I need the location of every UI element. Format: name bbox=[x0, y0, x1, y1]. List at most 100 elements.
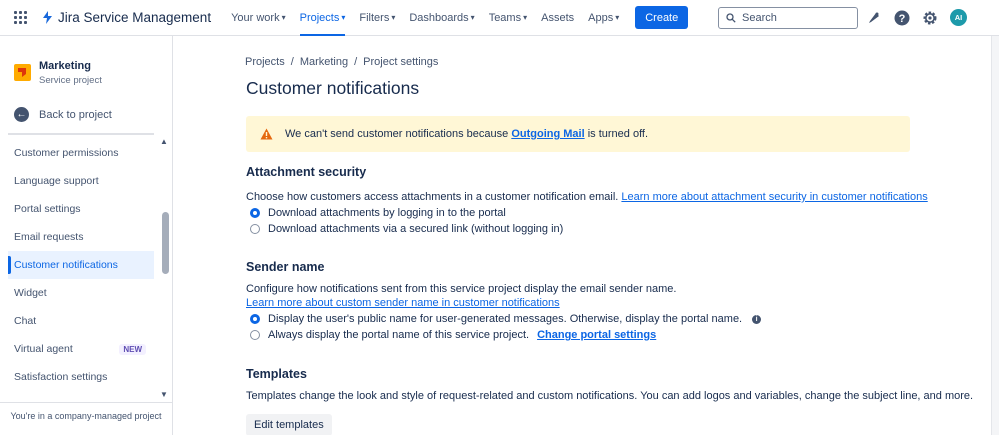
settings-gear-icon[interactable] bbox=[921, 9, 938, 26]
sender-option-public-name[interactable]: Display the user's public name for user-… bbox=[250, 313, 762, 325]
breadcrumb-marketing[interactable]: Marketing bbox=[300, 56, 348, 68]
back-to-project-label: Back to project bbox=[39, 108, 112, 121]
sidebar-item-label: Chat bbox=[14, 315, 37, 327]
sidebar-item-label: Satisfaction settings bbox=[14, 371, 108, 383]
page-scrollbar[interactable] bbox=[991, 36, 999, 435]
warning-icon bbox=[260, 128, 273, 140]
product-name: Jira Service Management bbox=[58, 10, 212, 25]
chevron-down-icon: ▾ bbox=[523, 13, 528, 22]
nav-apps-label: Apps bbox=[588, 11, 614, 24]
attachment-description-text: Choose how customers access attachments … bbox=[246, 191, 619, 203]
jira-logo-icon bbox=[43, 11, 52, 24]
sidebar-item-satisfaction-settings[interactable]: Satisfaction settings bbox=[8, 363, 154, 391]
sender-learn-more-link[interactable]: Learn more about custom sender name in c… bbox=[246, 297, 560, 309]
sidebar-item-email-requests[interactable]: Email requests bbox=[8, 223, 154, 251]
attachment-option-label: Download attachments by logging in to th… bbox=[268, 207, 506, 219]
new-badge: NEW bbox=[119, 343, 146, 355]
search-placeholder: Search bbox=[742, 12, 777, 24]
sidebar-item-widget[interactable]: Widget bbox=[8, 279, 154, 307]
project-type: Service project bbox=[39, 75, 102, 86]
sidebar-item-label: Customer notifications bbox=[14, 259, 118, 271]
radio-button-checked[interactable] bbox=[250, 314, 260, 324]
sidebar-item-chat[interactable]: Chat bbox=[8, 307, 154, 335]
radio-button-checked[interactable] bbox=[250, 208, 260, 218]
banner-text-before: We can't send customer notifications bec… bbox=[285, 128, 509, 140]
radio-button[interactable] bbox=[250, 330, 260, 340]
chevron-down-icon: ▾ bbox=[615, 13, 620, 22]
nav-dashboards[interactable]: Dashboards ▾ bbox=[409, 0, 474, 36]
outgoing-mail-link[interactable]: Outgoing Mail bbox=[511, 128, 584, 140]
attachment-option-portal-login[interactable]: Download attachments by logging in to th… bbox=[250, 207, 506, 219]
sidebar-item-label: Customer permissions bbox=[14, 147, 119, 159]
arrow-left-icon: ← bbox=[14, 107, 29, 122]
sender-name-description: Configure how notifications sent from th… bbox=[246, 283, 677, 295]
chevron-down-icon: ▾ bbox=[281, 13, 286, 22]
sidebar-item-label: Virtual agent bbox=[14, 343, 73, 355]
sidebar: Marketing Service project ← Back to proj… bbox=[0, 36, 173, 435]
nav-apps[interactable]: Apps ▾ bbox=[588, 0, 619, 36]
sender-option-portal-name[interactable]: Always display the portal name of this s… bbox=[250, 329, 656, 341]
scroll-up-arrow-icon[interactable]: ▲ bbox=[160, 137, 168, 146]
product-logo[interactable]: Jira Service Management bbox=[41, 10, 211, 25]
breadcrumb-separator: / bbox=[354, 56, 358, 68]
sidebar-item-label: Email requests bbox=[14, 231, 84, 243]
radio-button[interactable] bbox=[250, 224, 260, 234]
attachment-option-secured-link[interactable]: Download attachments via a secured link … bbox=[250, 223, 563, 235]
nav-your-work[interactable]: Your work ▾ bbox=[231, 0, 286, 36]
user-avatar[interactable]: AI bbox=[950, 9, 967, 26]
breadcrumb-project-settings[interactable]: Project settings bbox=[363, 56, 438, 68]
breadcrumb: Projects / Marketing / Project settings bbox=[245, 56, 438, 68]
info-icon[interactable]: i bbox=[752, 314, 762, 324]
chevron-down-icon: ▾ bbox=[391, 13, 396, 22]
sidebar-item-portal-settings[interactable]: Portal settings bbox=[8, 195, 154, 223]
create-button[interactable]: Create bbox=[635, 6, 689, 29]
back-to-project-link[interactable]: ← Back to project bbox=[14, 107, 112, 122]
chevron-down-icon: ▾ bbox=[341, 13, 346, 22]
attachment-security-description: Choose how customers access attachments … bbox=[246, 191, 928, 203]
change-portal-settings-link[interactable]: Change portal settings bbox=[537, 329, 656, 341]
notifications-icon[interactable] bbox=[865, 9, 882, 26]
search-icon bbox=[726, 13, 736, 23]
nav-assets[interactable]: Assets bbox=[541, 0, 574, 36]
nav-your-work-label: Your work bbox=[231, 11, 280, 24]
sidebar-divider bbox=[8, 133, 154, 135]
attachment-option-label: Download attachments via a secured link … bbox=[268, 223, 564, 235]
sidebar-item-customer-notifications[interactable]: Customer notifications bbox=[8, 251, 154, 279]
sidebar-scrollbar-thumb[interactable] bbox=[162, 212, 169, 274]
attachment-learn-more-link[interactable]: Learn more about attachment security in … bbox=[621, 191, 927, 203]
templates-description: Templates change the look and style of r… bbox=[246, 390, 974, 402]
sidebar-item-label: Language support bbox=[14, 175, 99, 187]
help-icon[interactable]: ? bbox=[893, 9, 910, 26]
sender-name-heading: Sender name bbox=[246, 260, 325, 274]
sender-learn-more-container: Learn more about custom sender name in c… bbox=[246, 297, 560, 309]
edit-templates-button[interactable]: Edit templates bbox=[246, 414, 332, 435]
nav-teams[interactable]: Teams ▾ bbox=[489, 0, 527, 36]
scroll-down-arrow-icon[interactable]: ▼ bbox=[160, 390, 168, 399]
sidebar-item-virtual-agent[interactable]: Virtual agent NEW bbox=[8, 335, 154, 363]
sender-option-label: Always display the portal name of this s… bbox=[268, 329, 530, 341]
sidebar-footer: You're in a company-managed project bbox=[0, 402, 172, 421]
nav-filters-label: Filters bbox=[359, 11, 390, 24]
attachment-security-heading: Attachment security bbox=[246, 165, 367, 179]
nav-assets-label: Assets bbox=[541, 11, 575, 24]
settings-menu: Customer permissions Language support Po… bbox=[8, 139, 154, 391]
search-input[interactable]: Search bbox=[718, 7, 858, 29]
app-switcher-icon[interactable] bbox=[14, 10, 28, 25]
banner-message: We can't send customer notifications bec… bbox=[285, 128, 648, 140]
sidebar-item-customer-permissions[interactable]: Customer permissions bbox=[8, 139, 154, 167]
sidebar-item-label: Widget bbox=[14, 287, 47, 299]
templates-heading: Templates bbox=[246, 367, 307, 381]
sidebar-item-language-support[interactable]: Language support bbox=[8, 167, 154, 195]
svg-text:?: ? bbox=[898, 13, 905, 25]
warning-banner: We can't send customer notifications bec… bbox=[246, 116, 910, 152]
project-header[interactable]: Marketing Service project bbox=[14, 60, 102, 86]
breadcrumb-separator: / bbox=[290, 56, 294, 68]
project-name: Marketing bbox=[39, 60, 91, 72]
chevron-down-icon: ▾ bbox=[470, 13, 475, 22]
nav-projects[interactable]: Projects ▾ bbox=[299, 0, 346, 36]
project-avatar-icon bbox=[14, 64, 31, 81]
nav-filters[interactable]: Filters ▾ bbox=[359, 0, 395, 36]
breadcrumb-projects[interactable]: Projects bbox=[245, 56, 285, 68]
nav-teams-label: Teams bbox=[488, 11, 522, 24]
sender-option-label: Display the user's public name for user-… bbox=[268, 313, 743, 325]
